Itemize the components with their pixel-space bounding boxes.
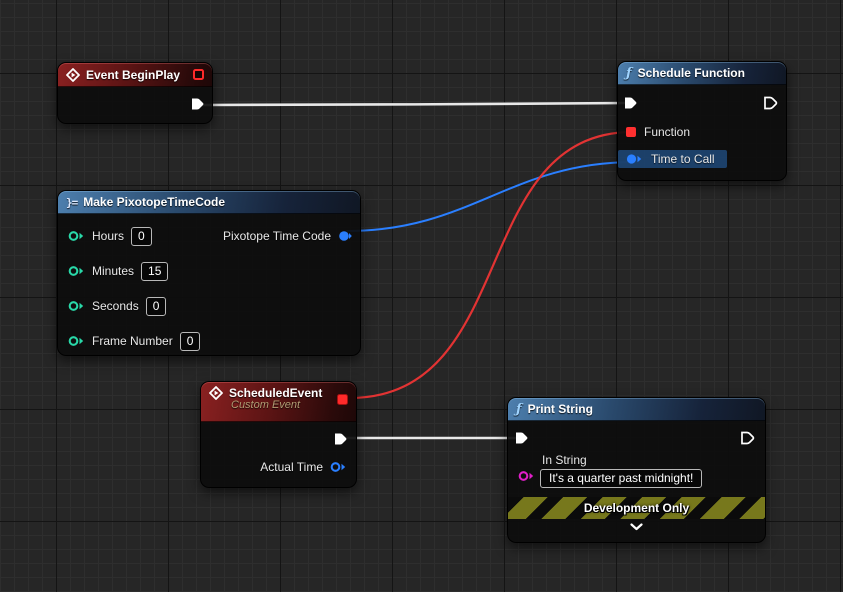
node-header[interactable]: Event BeginPlay [58, 63, 212, 87]
minutes-value-field[interactable]: 15 [141, 262, 168, 281]
make-struct-icon: }= [66, 197, 77, 208]
exec-input-pin[interactable] [623, 95, 639, 111]
int-input-pin[interactable] [68, 265, 85, 277]
exec-input-pin[interactable] [514, 430, 530, 446]
node-print-string[interactable]: ƒ Print String In String It's a quarter … [507, 397, 766, 543]
event-diamond-icon [66, 68, 80, 82]
node-header[interactable]: ƒ Print String [508, 398, 765, 421]
pin-label: Minutes [92, 264, 134, 278]
chevron-down-icon[interactable] [630, 523, 643, 531]
event-diamond-icon [209, 386, 223, 400]
node-header[interactable]: ƒ Schedule Function [618, 62, 786, 85]
pin-label: Frame Number [92, 334, 173, 348]
delegate-output-pin[interactable] [193, 69, 204, 80]
time-to-call-row-highlight[interactable]: Time to Call [618, 150, 727, 168]
node-schedule-function[interactable]: ƒ Schedule Function Function Time to Cal… [617, 61, 787, 181]
delegate-output-pin[interactable] [337, 394, 348, 405]
wire-struct-timecode-to-timetocall[interactable] [347, 162, 632, 231]
int-input-pin[interactable] [68, 230, 85, 242]
pin-label: Seconds [92, 299, 139, 313]
node-subtitle: Custom Event [231, 399, 322, 411]
wire-exec-beginplay-to-schedule[interactable] [200, 103, 630, 105]
struct-output-pin[interactable] [330, 461, 347, 473]
string-input-pin[interactable] [518, 470, 535, 482]
blueprint-graph-canvas[interactable]: Event BeginPlay ƒ Schedule Function Func… [0, 0, 843, 592]
wire-delegate-scheduledevent-to-function[interactable] [349, 132, 632, 398]
pin-label: In String [542, 453, 765, 467]
exec-output-pin[interactable] [333, 431, 349, 447]
int-input-pin[interactable] [68, 300, 85, 312]
struct-input-pin[interactable] [626, 153, 643, 165]
banner-label: Development Only [584, 501, 689, 515]
node-title: Make PixotopeTimeCode [83, 195, 225, 209]
pin-label: Actual Time [260, 460, 323, 474]
struct-output-pin[interactable] [338, 230, 352, 242]
pin-label: Pixotope Time Code [223, 229, 331, 243]
development-only-banner: Development Only [508, 497, 765, 519]
exec-output-pin[interactable] [763, 95, 779, 111]
node-make-pixotopetimecode[interactable]: }= Make PixotopeTimeCode Hours 0 Pixotop… [57, 190, 361, 356]
exec-output-pin[interactable] [190, 96, 206, 112]
node-header[interactable]: }= Make PixotopeTimeCode [58, 191, 360, 214]
function-icon: ƒ [516, 403, 522, 416]
function-delegate-input-pin[interactable] [626, 127, 636, 137]
pin-label: Hours [92, 229, 124, 243]
pin-label: Function [644, 125, 690, 139]
node-title: ScheduledEvent [229, 386, 322, 400]
hours-value-field[interactable]: 0 [131, 227, 152, 246]
function-icon: ƒ [626, 67, 632, 80]
in-string-value-field[interactable]: It's a quarter past midnight! [540, 469, 702, 488]
node-event-beginplay[interactable]: Event BeginPlay [57, 62, 213, 124]
int-input-pin[interactable] [68, 335, 85, 347]
node-title: Print String [528, 402, 593, 416]
node-header[interactable]: ScheduledEvent Custom Event [201, 382, 356, 422]
node-title: Event BeginPlay [86, 68, 180, 82]
node-title: Schedule Function [638, 66, 745, 80]
seconds-value-field[interactable]: 0 [146, 297, 167, 316]
pin-label: Time to Call [651, 152, 715, 166]
node-scheduledevent[interactable]: ScheduledEvent Custom Event Actual Time [200, 381, 357, 488]
frame-number-value-field[interactable]: 0 [180, 332, 201, 351]
exec-output-pin[interactable] [740, 430, 756, 446]
